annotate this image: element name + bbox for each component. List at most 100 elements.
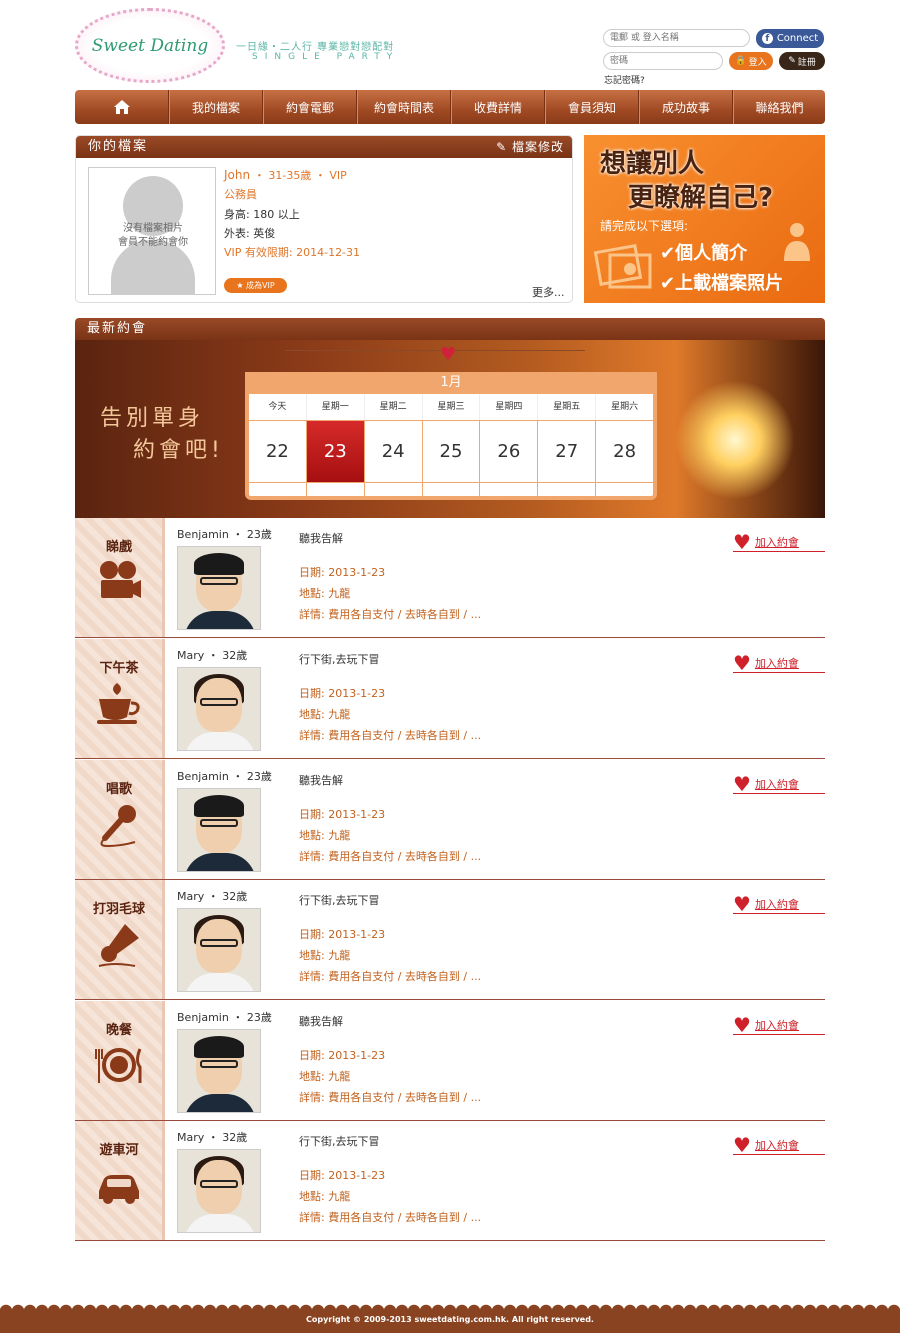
date-title[interactable]: 行下街,去玩下冒 <box>299 892 380 908</box>
date-detail: 詳情: 費用各自支付 / 去時各自到 / ... <box>299 970 482 983</box>
person-age: ・ 23歲 <box>232 1011 272 1024</box>
nav-dating-mail[interactable]: 約會電郵 <box>263 90 357 124</box>
date-detail: 詳情: 費用各自支付 / 去時各自到 / ... <box>299 608 482 621</box>
person-photo[interactable] <box>177 1029 261 1113</box>
banner-slogan1: 告別單身 <box>100 406 205 431</box>
date-date: 日期: 2013-1-23 <box>299 687 386 700</box>
date-date: 日期: 2013-1-23 <box>299 1169 386 1182</box>
site-logo[interactable]: Sweet Dating <box>75 8 225 83</box>
category-cell: 遊車河 <box>75 1121 165 1240</box>
date-title[interactable]: 聽我告解 <box>299 530 343 546</box>
join-date-button[interactable]: ♥ 加入約會 <box>733 774 825 794</box>
person-line: Benjamin ・ 23歲 <box>177 1009 272 1025</box>
person-name[interactable]: Mary <box>177 1131 204 1144</box>
person-icon <box>784 223 810 261</box>
nav-my-profile[interactable]: 我的檔案 <box>169 90 263 124</box>
person-age: ・ 23歲 <box>232 770 272 783</box>
date-title[interactable]: 聽我告解 <box>299 772 343 788</box>
join-label: 加入約會 <box>754 1018 799 1032</box>
person-photo[interactable] <box>177 1149 261 1233</box>
date-place: 地點: 九龍 <box>299 587 351 600</box>
nav-member-notes[interactable]: 會員須知 <box>545 90 639 124</box>
facebook-connect-button[interactable]: f Connect <box>756 29 824 48</box>
date-title[interactable]: 行下街,去玩下冒 <box>299 651 380 667</box>
person-name[interactable]: Benjamin <box>177 528 229 541</box>
category-label: 下午茶 <box>99 661 139 676</box>
password-input[interactable] <box>603 52 723 70</box>
person-line: Benjamin ・ 23歲 <box>177 526 272 542</box>
join-date-button[interactable]: ♥ 加入約會 <box>733 1135 825 1155</box>
login-label: 登入 <box>748 57 767 68</box>
edit-profile-link[interactable]: ✎ 檔案修改 <box>496 136 564 158</box>
calendar-day[interactable]: 24 <box>364 420 423 482</box>
category-cell: 下午茶 <box>75 639 165 758</box>
person-age: ・ 23歲 <box>232 528 272 541</box>
profile-appearance: 外表: 英俊 <box>224 227 276 240</box>
calendar-days-row: 22 23 24 25 26 27 28 <box>249 420 654 482</box>
nav-contact[interactable]: 聯絡我們 <box>733 90 825 124</box>
profile-title: 你的檔案 <box>88 139 149 154</box>
no-photo-line1: 沒有檔案相片 <box>123 223 183 234</box>
heart-icon: ♥ <box>733 1132 751 1157</box>
more-link[interactable]: 更多... <box>532 284 565 300</box>
date-date: 日期: 2013-1-23 <box>299 808 386 821</box>
weekday-label: 星期六 <box>611 402 639 412</box>
login-button[interactable]: 🔒 登入 <box>729 52 773 70</box>
date-row: 下午茶 Mary ・ 32歲 行下街,去玩下冒 日期: 2013-1-23 地點… <box>75 639 825 759</box>
join-date-button[interactable]: ♥ 加入約會 <box>733 1015 825 1035</box>
photos-icon <box>594 244 652 289</box>
calendar-day[interactable]: 26 <box>480 420 539 482</box>
person-age: ・ 32歲 <box>207 890 248 903</box>
facebook-connect-label: Connect <box>776 33 819 44</box>
date-detail: 詳情: 費用各自支付 / 去時各自到 / ... <box>299 729 482 742</box>
nav-home[interactable] <box>75 90 169 124</box>
person-name[interactable]: Benjamin <box>177 1011 229 1024</box>
banner-string <box>285 350 585 351</box>
weekday-label: 星期一 <box>307 394 365 420</box>
join-date-button[interactable]: ♥ 加入約會 <box>733 894 825 914</box>
pencil-icon: ✎ <box>496 140 508 154</box>
date-title[interactable]: 行下街,去玩下冒 <box>299 1133 380 1149</box>
nav-schedule[interactable]: 約會時間表 <box>357 90 451 124</box>
calendar-day-selected[interactable]: 23 <box>306 420 365 482</box>
person-line: Mary ・ 32歲 <box>177 888 247 904</box>
join-date-button[interactable]: ♥ 加入約會 <box>733 532 825 552</box>
person-line: Benjamin ・ 23歲 <box>177 768 272 784</box>
dinner-plate-icon <box>95 1048 142 1083</box>
become-vip-button[interactable]: ★ 成為VIP <box>224 278 287 293</box>
person-name[interactable]: Mary <box>177 890 204 903</box>
person-photo[interactable] <box>177 788 261 872</box>
profile-name: John <box>224 168 251 182</box>
nav-success-stories[interactable]: 成功故事 <box>639 90 733 124</box>
person-line: Mary ・ 32歲 <box>177 647 247 663</box>
complete-profile-promo[interactable]: 想讓別人 更瞭解自己? 請完成以下選項: ✔個人簡介 ✔上載檔案照片 <box>584 135 825 303</box>
date-place: 地點: 九龍 <box>299 1190 351 1203</box>
profile-photo-placeholder[interactable]: 沒有檔案相片 會員不能約會你 <box>88 167 216 295</box>
forgot-password-link[interactable]: 忘記密碼? <box>604 73 645 86</box>
calendar-day[interactable]: 22 <box>249 420 307 482</box>
date-place: 地點: 九龍 <box>299 949 351 962</box>
date-title[interactable]: 聽我告解 <box>299 1013 343 1029</box>
person-photo[interactable] <box>177 667 261 751</box>
date-place: 地點: 九龍 <box>299 829 351 842</box>
username-input[interactable] <box>603 29 750 47</box>
join-date-button[interactable]: ♥ 加入約會 <box>733 653 825 673</box>
nav-fees[interactable]: 收費詳情 <box>451 90 545 124</box>
heart-icon: ♥ <box>733 891 751 916</box>
calendar-day[interactable]: 25 <box>422 420 481 482</box>
heart-icon: ♥ <box>733 771 751 796</box>
calendar-day[interactable]: 27 <box>538 420 597 482</box>
person-photo[interactable] <box>177 546 261 630</box>
calendar-day[interactable]: 28 <box>596 420 654 482</box>
date-detail: 詳情: 費用各自支付 / 去時各自到 / ... <box>299 1211 482 1224</box>
promo-line1: 想讓別人 <box>600 149 705 179</box>
weekday-label: 星期三 <box>423 394 481 420</box>
person-name[interactable]: Mary <box>177 649 204 662</box>
register-button[interactable]: ✎ 註冊 <box>779 52 825 70</box>
person-photo[interactable] <box>177 908 261 992</box>
profile-panel: 你的檔案 ✎ 檔案修改 沒有檔案相片 會員不能約會你 John ・ 31-35歲… <box>75 135 573 303</box>
category-cell: 唱歌 <box>75 760 165 879</box>
person-name[interactable]: Benjamin <box>177 770 229 783</box>
date-detail: 詳情: 費用各自支付 / 去時各自到 / ... <box>299 1091 482 1104</box>
weekday-label: 星期二 <box>365 394 423 420</box>
